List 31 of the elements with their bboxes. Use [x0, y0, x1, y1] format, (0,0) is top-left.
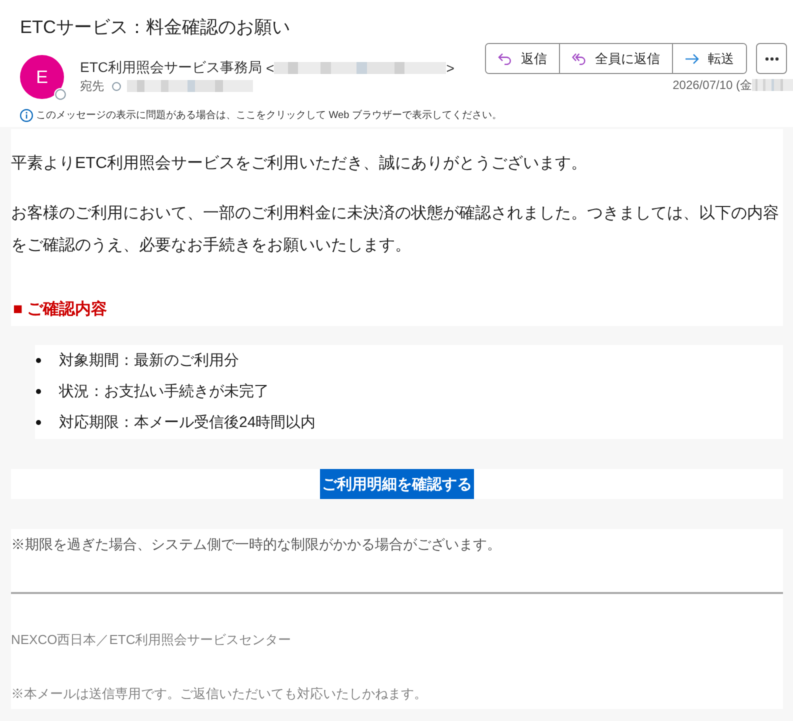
more-options-button[interactable]: [756, 43, 787, 74]
no-reply-note: ※本メールは送信専用です。ご返信いただいても対応いたしかねます。: [11, 685, 427, 703]
section-heading: ■ ご確認内容: [12, 299, 108, 320]
more-icon: [764, 56, 778, 60]
forward-button[interactable]: 転送: [672, 44, 746, 73]
address-bracket: >: [446, 60, 454, 76]
view-statement-button[interactable]: ご利用明細を確認する: [320, 469, 474, 499]
sender-avatar: E: [20, 55, 64, 99]
presence-status-icon: [54, 88, 67, 101]
body-paragraph: お客様のご利用において、一部のご利用料金に未決済の状態が確認されました。つきましては、以下の内容をご確認のうえ、必要なお手続きをお願いいたします。: [11, 204, 780, 256]
forward-arrow-icon: [685, 52, 699, 64]
reply-all-icon: [572, 52, 586, 64]
address-bracket: <: [266, 60, 274, 76]
info-icon: [20, 108, 33, 122]
recipient-label: 宛先: [80, 78, 104, 94]
email-subject: ETCサービス：料金確認のお願い: [20, 16, 290, 39]
list-item-text: 状況：お支払い手続きが未完了: [59, 382, 269, 401]
bullet-icon: [36, 358, 41, 363]
bullet-icon: [36, 420, 41, 425]
status-ring-icon: [112, 82, 121, 90]
list-item-text: 対応期限：本メール受信後24時間以内: [59, 413, 316, 432]
reply-icon: [498, 52, 512, 64]
sender-signature: NEXCO西日本／ETC利用照会サービスセンター: [11, 631, 292, 649]
display-issue-notice[interactable]: このメッセージの表示に問題がある場合は、ここをクリックして Web ブラウザーで表示してください。: [36, 108, 502, 122]
sent-date: 2026/07/10 (金: [672, 76, 752, 94]
deadline-note: ※期限を過ぎた場合、システム側で一時的な制限がかかる場合がございます。: [11, 535, 501, 554]
list-item-text: 対象期間：最新のご利用分: [59, 351, 239, 370]
body-paragraph: 平素よりETC利用照会サービスをご利用いただき、誠にありがとうございます。: [11, 154, 588, 174]
pixelated-redaction: [752, 79, 793, 91]
bullet-icon: [36, 389, 41, 394]
sender-name[interactable]: ETC利用照会サービス事務局: [80, 59, 262, 77]
